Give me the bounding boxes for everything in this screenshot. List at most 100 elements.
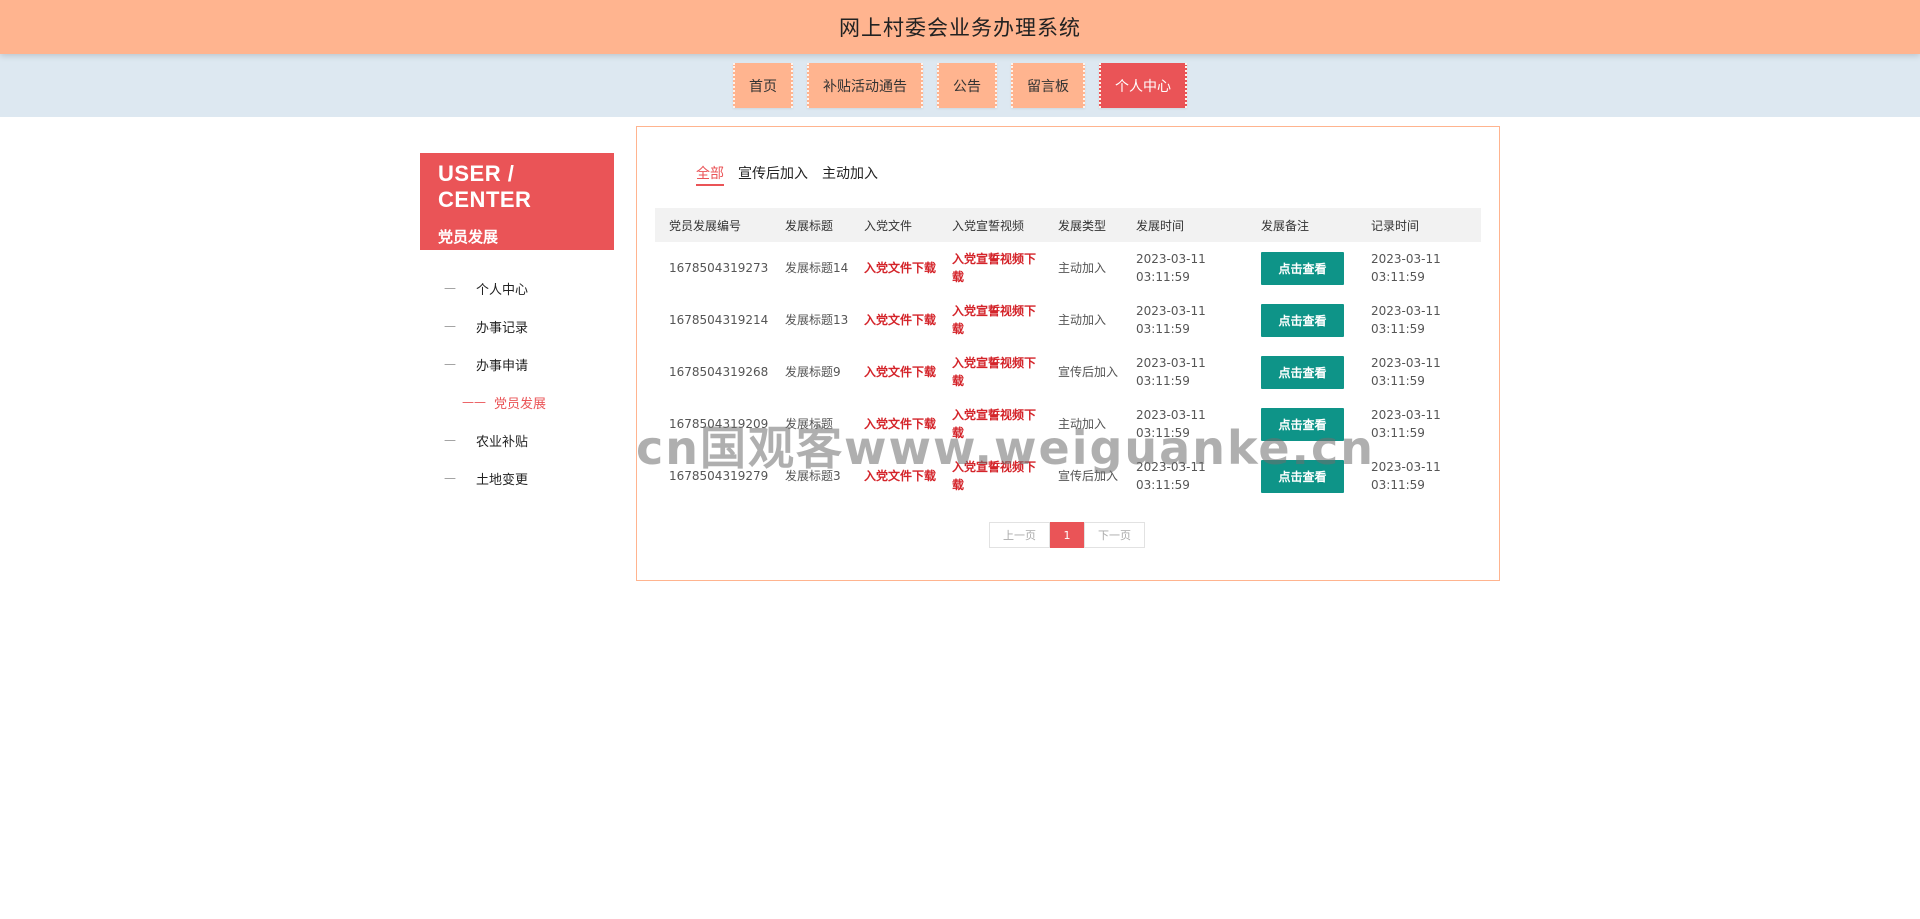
sidebar-item-label: 个人中心 xyxy=(476,282,529,298)
col-title: 发展标题 xyxy=(785,218,834,233)
table-row: 1678504319279 发展标题3 入党文件下载 入党宣誓视频下载 宣传后加… xyxy=(655,450,1481,502)
sidebar-subtitle: 党员发展 xyxy=(438,228,499,246)
sidebar-header: USER / CENTER 党员发展 xyxy=(420,153,614,250)
col-record-time: 记录时间 xyxy=(1371,218,1420,233)
cell-id: 1678504319214 xyxy=(669,313,769,327)
sidebar: USER / CENTER 党员发展 — 个人中心 — 办事记录 — 办事申请 … xyxy=(420,153,614,497)
sidebar-item-land-change[interactable]: — 土地变更 xyxy=(420,459,614,497)
sidebar-item-user-center[interactable]: — 个人中心 xyxy=(420,269,614,307)
cell-title: 发展标题14 xyxy=(785,261,849,275)
cell-record-time: 2023-03-11 03:11:59 xyxy=(1371,252,1441,284)
cell-title: 发展标题13 xyxy=(785,313,849,327)
nav-user-center[interactable]: 个人中心 xyxy=(1099,63,1187,108)
view-button[interactable]: 点击查看 xyxy=(1261,355,1344,389)
sidebar-item-party-development[interactable]: —— 党员发展 xyxy=(420,383,614,421)
sidebar-title: USER / CENTER xyxy=(438,161,532,212)
file-download-link[interactable]: 入党文件下载 xyxy=(850,242,938,294)
party-development-table: 党员发展编号 发展标题 入党文件 入党宣誓视频 发展类型 发展时间 发展备注 记… xyxy=(655,208,1481,502)
cell-note: 点击查看 xyxy=(1247,294,1357,346)
col-note: 发展备注 xyxy=(1261,218,1310,233)
sidebar-item-label: 农业补贴 xyxy=(476,434,529,450)
cell-note: 点击查看 xyxy=(1247,346,1357,398)
dash-icon: — xyxy=(444,471,456,485)
sidebar-item-label: 党员发展 xyxy=(494,396,547,412)
nav-list: 首页 补贴活动通告 公告 留言板 个人中心 xyxy=(733,63,1187,108)
sidebar-item-agri-subsidy[interactable]: — 农业补贴 xyxy=(420,421,614,459)
cell-type: 宣传后加入 xyxy=(1058,469,1119,483)
cell-type: 主动加入 xyxy=(1058,261,1107,275)
cell-note: 点击查看 xyxy=(1247,398,1357,450)
cell-id: 1678504319279 xyxy=(669,469,769,483)
sidebar-item-label: 办事申请 xyxy=(476,358,529,374)
cell-type: 宣传后加入 xyxy=(1058,365,1119,379)
col-video: 入党宣誓视频 xyxy=(952,218,1025,233)
table-row: 1678504319214 发展标题13 入党文件下载 入党宣誓视频下载 主动加… xyxy=(655,294,1481,346)
main-nav: 首页 补贴活动通告 公告 留言板 个人中心 xyxy=(0,54,1920,117)
cell-id: 1678504319273 xyxy=(669,261,769,275)
view-button[interactable]: 点击查看 xyxy=(1261,407,1344,441)
cell-note: 点击查看 xyxy=(1247,450,1357,502)
dash-icon: — xyxy=(444,357,456,371)
dash-icon: —— xyxy=(462,395,486,409)
cell-record-time: 2023-03-11 03:11:59 xyxy=(1371,408,1441,440)
sidebar-item-label: 土地变更 xyxy=(476,472,529,488)
video-download-link[interactable]: 入党宣誓视频下载 xyxy=(938,450,1044,502)
view-button[interactable]: 点击查看 xyxy=(1261,459,1344,493)
sidebar-item-label: 办事记录 xyxy=(476,320,529,336)
page-number-button[interactable]: 1 xyxy=(1050,522,1084,548)
tab-voluntary[interactable]: 主动加入 xyxy=(822,163,878,186)
prev-page-button[interactable]: 上一页 xyxy=(989,522,1050,548)
cell-type: 主动加入 xyxy=(1058,417,1107,431)
cell-title: 发展标题 xyxy=(785,417,834,431)
view-button[interactable]: 点击查看 xyxy=(1261,251,1344,285)
next-page-button[interactable]: 下一页 xyxy=(1084,522,1145,548)
video-download-link[interactable]: 入党宣誓视频下载 xyxy=(938,346,1044,398)
cell-record-time: 2023-03-11 03:11:59 xyxy=(1371,356,1441,388)
table-row: 1678504319273 发展标题14 入党文件下载 入党宣誓视频下载 主动加… xyxy=(655,242,1481,294)
top-header: 网上村委会业务办理系统 xyxy=(0,0,1920,54)
cell-record-time: 2023-03-11 03:11:59 xyxy=(1371,460,1441,492)
col-file: 入党文件 xyxy=(864,218,913,233)
sidebar-menu: — 个人中心 — 办事记录 — 办事申请 —— 党员发展 — 农业补贴 — 土地… xyxy=(420,269,614,497)
cell-dev-time: 2023-03-11 03:11:59 xyxy=(1136,356,1206,388)
nav-announcements[interactable]: 公告 xyxy=(937,63,997,108)
tab-after-promotion[interactable]: 宣传后加入 xyxy=(738,163,808,186)
cell-title: 发展标题9 xyxy=(785,365,841,379)
pagination: 上一页 1 下一页 xyxy=(989,522,1145,548)
cell-title: 发展标题3 xyxy=(785,469,841,483)
cell-dev-time: 2023-03-11 03:11:59 xyxy=(1136,460,1206,492)
nav-message-board[interactable]: 留言板 xyxy=(1011,63,1085,108)
table-header-row: 党员发展编号 发展标题 入党文件 入党宣誓视频 发展类型 发展时间 发展备注 记… xyxy=(655,208,1481,242)
nav-home[interactable]: 首页 xyxy=(733,63,793,108)
view-button[interactable]: 点击查看 xyxy=(1261,303,1344,337)
file-download-link[interactable]: 入党文件下载 xyxy=(850,450,938,502)
content-panel: 全部 宣传后加入 主动加入 党员发展编号 发展标题 入党文件 入党宣誓视频 发展… xyxy=(636,126,1500,581)
col-id: 党员发展编号 xyxy=(669,218,742,233)
cell-dev-time: 2023-03-11 03:11:59 xyxy=(1136,408,1206,440)
sidebar-item-applications[interactable]: — 办事申请 xyxy=(420,345,614,383)
col-dev-time: 发展时间 xyxy=(1136,218,1185,233)
dash-icon: — xyxy=(444,319,456,333)
cell-dev-time: 2023-03-11 03:11:59 xyxy=(1136,304,1206,336)
sidebar-item-records[interactable]: — 办事记录 xyxy=(420,307,614,345)
cell-id: 1678504319268 xyxy=(669,365,769,379)
cell-note: 点击查看 xyxy=(1247,242,1357,294)
cell-dev-time: 2023-03-11 03:11:59 xyxy=(1136,252,1206,284)
tab-all[interactable]: 全部 xyxy=(696,163,724,186)
dash-icon: — xyxy=(444,281,456,295)
site-title: 网上村委会业务办理系统 xyxy=(839,16,1081,40)
table-row: 1678504319209 发展标题 入党文件下载 入党宣誓视频下载 主动加入 … xyxy=(655,398,1481,450)
video-download-link[interactable]: 入党宣誓视频下载 xyxy=(938,398,1044,450)
cell-record-time: 2023-03-11 03:11:59 xyxy=(1371,304,1441,336)
dash-icon: — xyxy=(444,433,456,447)
filter-tabs: 全部 宣传后加入 主动加入 xyxy=(696,163,878,186)
nav-subsidy-notices[interactable]: 补贴活动通告 xyxy=(807,63,923,108)
cell-type: 主动加入 xyxy=(1058,313,1107,327)
file-download-link[interactable]: 入党文件下载 xyxy=(850,294,938,346)
video-download-link[interactable]: 入党宣誓视频下载 xyxy=(938,242,1044,294)
file-download-link[interactable]: 入党文件下载 xyxy=(850,346,938,398)
table-row: 1678504319268 发展标题9 入党文件下载 入党宣誓视频下载 宣传后加… xyxy=(655,346,1481,398)
file-download-link[interactable]: 入党文件下载 xyxy=(850,398,938,450)
video-download-link[interactable]: 入党宣誓视频下载 xyxy=(938,294,1044,346)
col-type: 发展类型 xyxy=(1058,218,1107,233)
